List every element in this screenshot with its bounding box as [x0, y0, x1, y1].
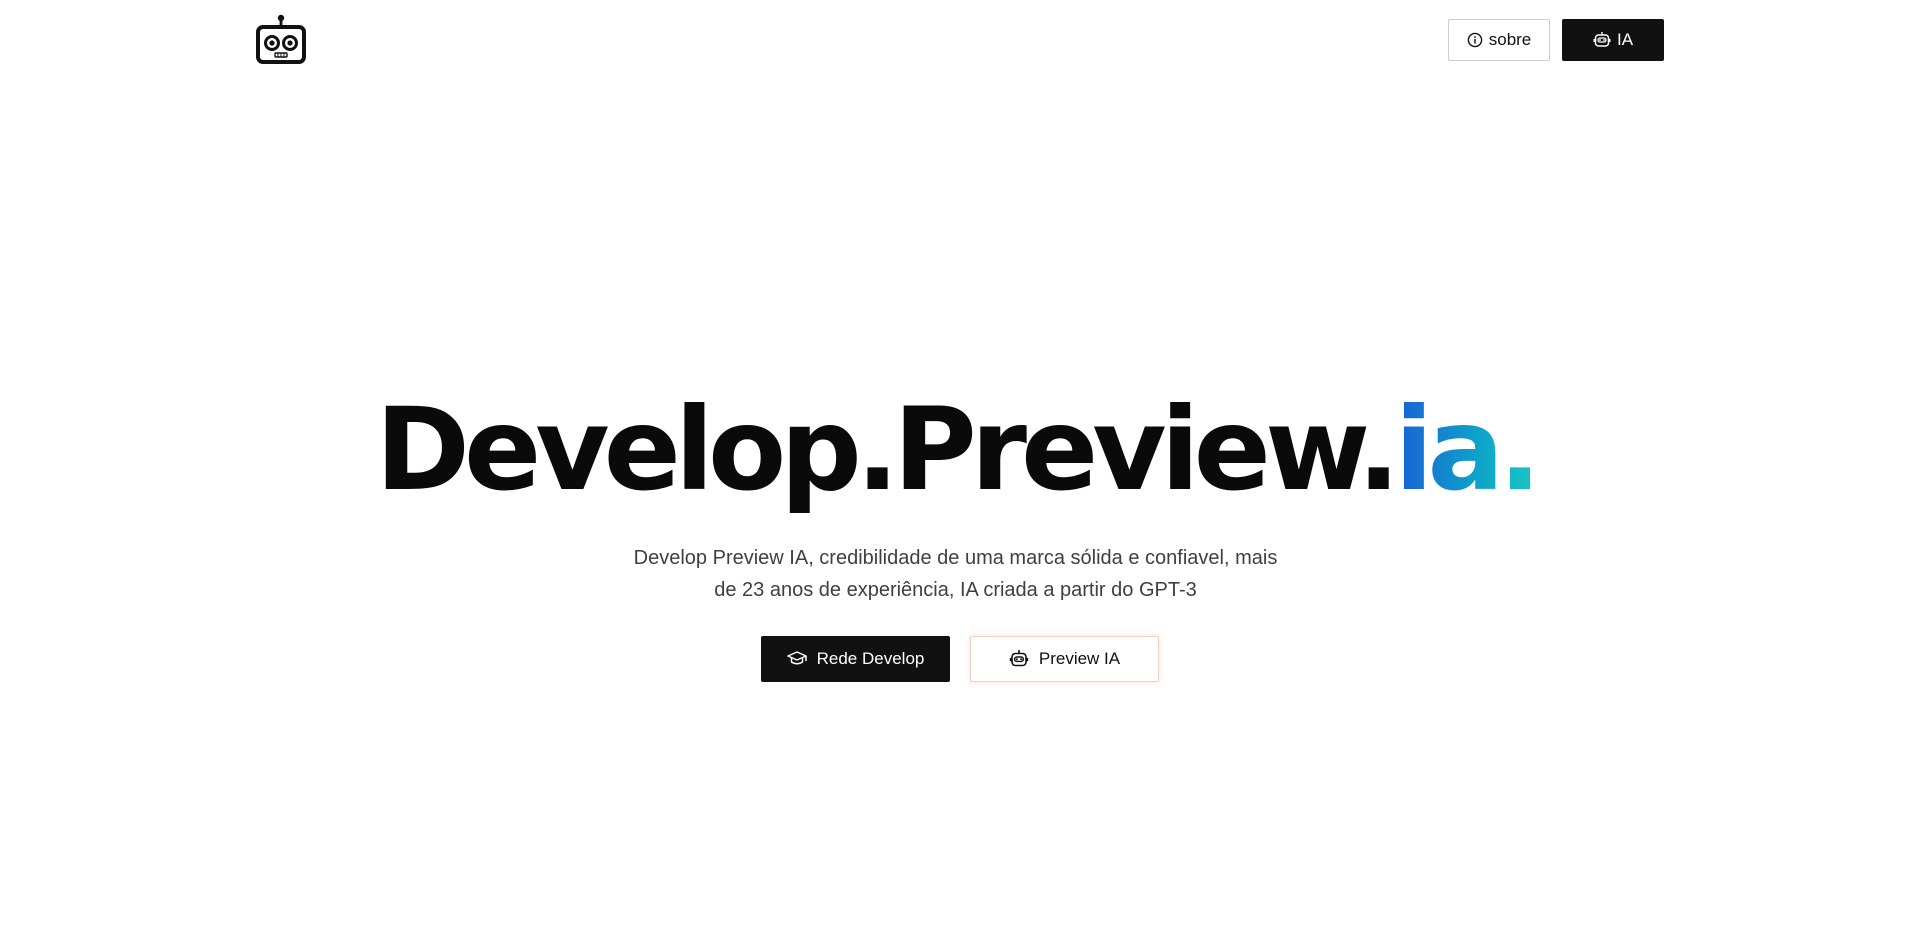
preview-ia-label: Preview IA	[1038, 649, 1121, 668]
hero-title: Develop.Preview.ia.	[0, 385, 1911, 515]
graduation-cap-icon	[786, 650, 807, 668]
robot-icon	[1593, 31, 1611, 49]
hero-title-accent: ia.	[1394, 383, 1541, 516]
hero-title-main: Develop.Preview.	[375, 383, 1400, 516]
info-icon	[1467, 32, 1483, 48]
hero-subtitle-line-2: de 23 anos de experiência, IA criada a p…	[714, 579, 1197, 601]
ia-button[interactable]: IA	[1562, 19, 1664, 61]
robot-icon	[1009, 649, 1029, 669]
rede-develop-label: Rede Develop	[816, 649, 925, 668]
hero-subtitle-line-1: Develop Preview IA, credibilidade de uma…	[633, 547, 1278, 569]
ia-button-label: IA	[1616, 30, 1634, 49]
about-button-label: sobre	[1488, 30, 1532, 49]
hero-subtitle: Develop Preview IA, credibilidade de uma…	[0, 542, 1911, 606]
rede-develop-button[interactable]: Rede Develop	[761, 636, 950, 682]
page: sobre IA Develop.Preview.ia. Develop Pre…	[0, 0, 1911, 936]
about-button[interactable]: sobre	[1448, 19, 1550, 61]
preview-ia-button[interactable]: Preview IA	[970, 636, 1159, 682]
robot-logo-icon[interactable]	[255, 14, 307, 66]
